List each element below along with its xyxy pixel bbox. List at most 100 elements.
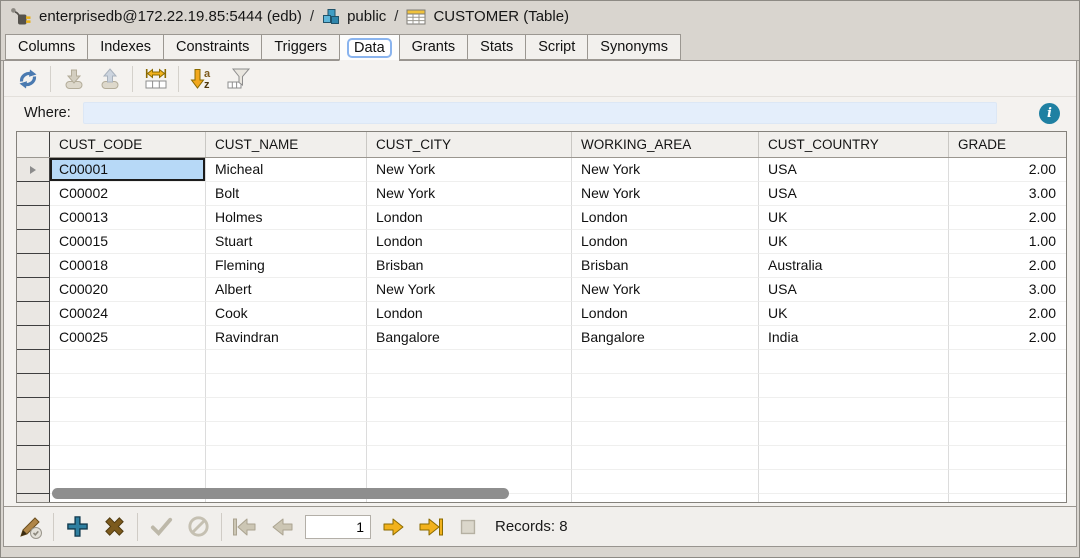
row-selector[interactable] [17,158,50,182]
row-selector[interactable] [17,302,50,326]
cell-cust_name[interactable]: Stuart [206,230,367,254]
row-selector[interactable] [17,446,50,470]
edit-mode-button[interactable] [16,513,44,541]
cell-cust_city[interactable]: London [367,230,572,254]
column-header-cust_city[interactable]: CUST_CITY [367,132,572,157]
where-input[interactable] [83,102,997,124]
row-selector[interactable] [17,470,50,494]
cell-working_area[interactable]: New York [572,182,759,206]
cell-cust_code[interactable]: C00001 [50,158,206,182]
cell-cust_name[interactable]: Micheal [206,158,367,182]
last-record-button[interactable] [417,513,445,541]
cell-grade[interactable]: 2.00 [949,302,1067,326]
cell-grade[interactable]: 1.00 [949,230,1067,254]
cell-cust_country[interactable]: USA [759,182,949,206]
cell-grade[interactable]: 3.00 [949,278,1067,302]
row-selector[interactable] [17,398,50,422]
row-selector[interactable] [17,422,50,446]
refresh-button[interactable] [14,65,41,92]
column-header-grade[interactable]: GRADE [949,132,1067,157]
cell-cust_country[interactable]: USA [759,278,949,302]
column-header-working_area[interactable]: WORKING_AREA [572,132,759,157]
record-number-input[interactable] [305,515,371,539]
row-selector[interactable] [17,230,50,254]
fit-columns-button[interactable] [142,65,169,92]
cell-cust_code[interactable]: C00020 [50,278,206,302]
cell-cust_name[interactable]: Fleming [206,254,367,278]
cell-cust_code[interactable]: C00018 [50,254,206,278]
cell-cust_name[interactable]: Albert [206,278,367,302]
cell-working_area[interactable]: London [572,302,759,326]
cell-working_area[interactable]: New York [572,278,759,302]
row-selector[interactable] [17,326,50,350]
cell-grade[interactable]: 2.00 [949,254,1067,278]
tab-indexes[interactable]: Indexes [87,34,163,60]
cell-cust_code[interactable]: C00013 [50,206,206,230]
cancel-button[interactable] [184,513,212,541]
tab-data[interactable]: Data [339,34,399,61]
filter-button[interactable] [224,65,251,92]
cell-grade[interactable]: 2.00 [949,326,1067,350]
cell-cust_country[interactable]: Australia [759,254,949,278]
tab-grants[interactable]: Grants [399,34,468,60]
cell-cust_country[interactable]: India [759,326,949,350]
export-button[interactable] [96,65,123,92]
cell-cust_code[interactable]: C00024 [50,302,206,326]
cell-cust_code[interactable]: C00002 [50,182,206,206]
tab-constraints[interactable]: Constraints [163,34,261,60]
cell-working_area[interactable]: London [572,206,759,230]
cell-working_area[interactable]: New York [572,158,759,182]
import-button[interactable] [60,65,87,92]
cell-working_area[interactable]: Bangalore [572,326,759,350]
next-record-button[interactable] [380,513,408,541]
cell-cust_code[interactable]: C00025 [50,326,206,350]
cell-cust_code[interactable]: C00015 [50,230,206,254]
horizontal-scrollbar-thumb[interactable] [52,488,509,499]
tab-stats[interactable]: Stats [467,34,525,60]
info-icon[interactable]: i [1039,103,1060,124]
cell-working_area[interactable]: Brisban [572,254,759,278]
row-selector[interactable] [17,206,50,230]
column-header-cust_country[interactable]: CUST_COUNTRY [759,132,949,157]
cell-cust_name[interactable]: Ravindran [206,326,367,350]
cell-cust_country[interactable]: UK [759,302,949,326]
tab-synonyms[interactable]: Synonyms [587,34,681,60]
row-selector[interactable] [17,494,50,503]
cell-grade[interactable]: 3.00 [949,182,1067,206]
row-selector[interactable] [17,350,50,374]
sort-button[interactable]: a z [188,65,215,92]
tab-script[interactable]: Script [525,34,587,60]
cell-cust_name[interactable]: Cook [206,302,367,326]
select-all-corner[interactable] [17,132,50,157]
cell-grade[interactable]: 2.00 [949,158,1067,182]
cell-cust_name[interactable]: Holmes [206,206,367,230]
first-record-button[interactable] [231,513,259,541]
cell-cust_city[interactable]: New York [367,158,572,182]
commit-button[interactable] [147,513,175,541]
cell-cust_city[interactable]: New York [367,182,572,206]
row-selector[interactable] [17,182,50,206]
cell-cust_city[interactable]: Brisban [367,254,572,278]
column-header-cust_name[interactable]: CUST_NAME [206,132,367,157]
row-selector[interactable] [17,278,50,302]
cell-cust_country[interactable]: UK [759,230,949,254]
cell-cust_city[interactable]: New York [367,278,572,302]
cell-working_area[interactable]: London [572,230,759,254]
add-record-button[interactable] [63,513,91,541]
tab-triggers[interactable]: Triggers [261,34,339,60]
row-selector[interactable] [17,254,50,278]
cell-cust_country[interactable]: USA [759,158,949,182]
previous-record-button[interactable] [268,513,296,541]
record-indicator-button[interactable] [454,513,482,541]
cell-cust_name[interactable]: Bolt [206,182,367,206]
empty-cell [367,350,572,374]
cell-cust_city[interactable]: London [367,206,572,230]
cell-cust_country[interactable]: UK [759,206,949,230]
tab-columns[interactable]: Columns [5,34,87,60]
row-selector[interactable] [17,374,50,398]
cell-grade[interactable]: 2.00 [949,206,1067,230]
column-header-cust_code[interactable]: CUST_CODE [50,132,206,157]
delete-record-button[interactable] [100,513,128,541]
cell-cust_city[interactable]: London [367,302,572,326]
cell-cust_city[interactable]: Bangalore [367,326,572,350]
